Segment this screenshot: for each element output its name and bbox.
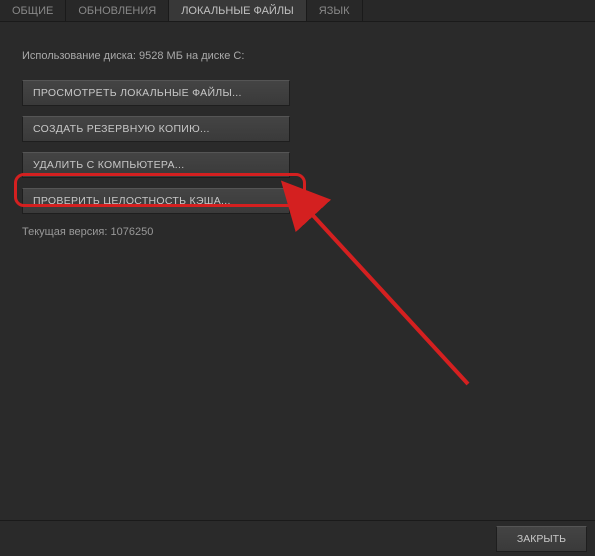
version-text: Текущая версия: 1076250 <box>22 226 573 238</box>
close-button[interactable]: ЗАКРЫТЬ <box>496 526 587 552</box>
delete-local-content-button[interactable]: УДАЛИТЬ С КОМПЬЮТЕРА... <box>22 152 290 178</box>
footer-bar: ЗАКРЫТЬ <box>0 520 595 556</box>
verify-cache-integrity-button[interactable]: ПРОВЕРИТЬ ЦЕЛОСТНОСТЬ КЭША... <box>22 188 290 214</box>
tab-general[interactable]: ОБЩИЕ <box>0 0 66 21</box>
content-area: Использование диска: 9528 МБ на диске C:… <box>0 22 595 266</box>
disk-usage-text: Использование диска: 9528 МБ на диске C: <box>22 50 573 62</box>
tabs-bar: ОБЩИЕ ОБНОВЛЕНИЯ ЛОКАЛЬНЫЕ ФАЙЛЫ ЯЗЫК <box>0 0 595 22</box>
tab-local-files[interactable]: ЛОКАЛЬНЫЕ ФАЙЛЫ <box>169 0 307 21</box>
tab-updates[interactable]: ОБНОВЛЕНИЯ <box>66 0 169 21</box>
tab-language[interactable]: ЯЗЫК <box>307 0 363 21</box>
backup-game-button[interactable]: СОЗДАТЬ РЕЗЕРВНУЮ КОПИЮ... <box>22 116 290 142</box>
browse-local-files-button[interactable]: ПРОСМОТРЕТЬ ЛОКАЛЬНЫЕ ФАЙЛЫ... <box>22 80 290 106</box>
